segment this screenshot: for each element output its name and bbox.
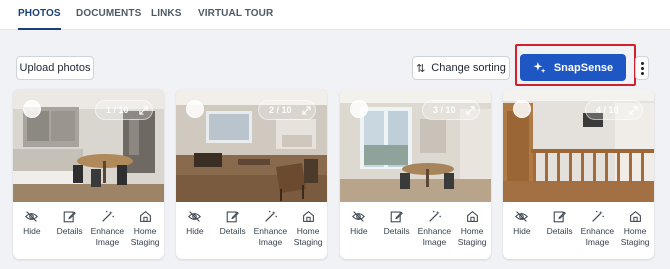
- change-sorting-label: Change sorting: [431, 62, 506, 74]
- upload-photos-label: Upload photos: [19, 62, 91, 74]
- expand-icon[interactable]: [301, 105, 311, 115]
- details-label: Details: [56, 226, 83, 236]
- edit-icon: [390, 211, 404, 223]
- sparkle-icon: [533, 61, 546, 74]
- photo-thumbnail[interactable]: 3 / 10: [340, 89, 491, 202]
- photo-counter-badge: 3 / 10: [422, 100, 480, 120]
- select-photo-checkbox[interactable]: [23, 100, 41, 118]
- photo-counter: 1 / 10: [106, 105, 129, 115]
- home-icon: [466, 210, 478, 222]
- sort-arrows-icon: ⇅: [416, 62, 426, 75]
- hide-label: Hide: [23, 226, 41, 236]
- snapsense-label: SnapSense: [553, 61, 614, 74]
- hide-label: Hide: [350, 226, 368, 236]
- photo-counter: 3 / 10: [433, 105, 456, 115]
- edit-icon: [226, 211, 240, 223]
- hide-button[interactable]: Hide: [503, 202, 541, 259]
- home-staging-label-line1: Home: [460, 226, 484, 236]
- home-staging-button[interactable]: Home Staging: [289, 202, 327, 259]
- enhance-image-button[interactable]: Enhance Image: [252, 202, 290, 259]
- details-button[interactable]: Details: [378, 202, 416, 259]
- tab-bar: PHOTOS DOCUMENTS LINKS VIRTUAL TOUR: [0, 0, 670, 30]
- photo-card: 1 / 10 Hide Details Enhance Image Home S…: [13, 89, 164, 259]
- home-staging-label-line2: Staging: [293, 237, 323, 247]
- home-staging-label-line2: Staging: [457, 237, 487, 247]
- photo-thumbnail[interactable]: 1 / 10: [13, 89, 164, 202]
- home-staging-label-line1: Home: [133, 226, 157, 236]
- enhance-label-line1: Enhance: [253, 226, 288, 236]
- enhance-label-line2: Image: [95, 237, 120, 247]
- more-vertical-icon: [640, 61, 644, 65]
- select-photo-checkbox[interactable]: [513, 100, 531, 118]
- magic-wand-icon: [265, 210, 277, 222]
- enhance-label-line2: Image: [585, 237, 610, 247]
- photo-counter-badge: 2 / 10: [258, 100, 316, 120]
- magic-wand-icon: [102, 210, 114, 222]
- change-sorting-button[interactable]: ⇅ Change sorting: [412, 56, 510, 80]
- details-label: Details: [546, 226, 573, 236]
- eye-off-icon: [25, 211, 39, 222]
- expand-icon[interactable]: [465, 105, 475, 115]
- home-icon: [629, 210, 641, 222]
- enhance-label-line1: Enhance: [580, 226, 615, 236]
- enhance-image-button[interactable]: Enhance Image: [89, 202, 127, 259]
- tab-photos[interactable]: PHOTOS: [18, 0, 61, 30]
- home-icon: [302, 210, 314, 222]
- hide-button[interactable]: Hide: [13, 202, 51, 259]
- home-staging-label-line2: Staging: [130, 237, 160, 247]
- eye-off-icon: [352, 211, 366, 222]
- home-staging-button[interactable]: Home Staging: [126, 202, 164, 259]
- photo-counter-badge: 4 / 10: [585, 100, 643, 120]
- hide-button[interactable]: Hide: [340, 202, 378, 259]
- home-staging-button[interactable]: Home Staging: [453, 202, 491, 259]
- hide-button[interactable]: Hide: [176, 202, 214, 259]
- select-photo-checkbox[interactable]: [350, 100, 368, 118]
- enhance-label-line2: Image: [258, 237, 283, 247]
- details-button[interactable]: Details: [51, 202, 89, 259]
- upload-photos-button[interactable]: Upload photos: [16, 56, 94, 80]
- home-staging-label-line1: Home: [296, 226, 320, 236]
- photo-counter-badge: 1 / 10: [95, 100, 153, 120]
- photo-counter: 4 / 10: [596, 105, 619, 115]
- details-button[interactable]: Details: [214, 202, 252, 259]
- home-staging-label-line2: Staging: [620, 237, 650, 247]
- enhance-image-button[interactable]: Enhance Image: [579, 202, 617, 259]
- tab-documents[interactable]: DOCUMENTS: [76, 0, 141, 30]
- magic-wand-icon: [429, 210, 441, 222]
- details-button[interactable]: Details: [541, 202, 579, 259]
- expand-icon[interactable]: [628, 105, 638, 115]
- magic-wand-icon: [592, 210, 604, 222]
- expand-icon[interactable]: [138, 105, 148, 115]
- photo-counter: 2 / 10: [269, 105, 292, 115]
- edit-icon: [63, 211, 77, 223]
- hide-label: Hide: [513, 226, 531, 236]
- home-staging-button[interactable]: Home Staging: [616, 202, 654, 259]
- enhance-label-line2: Image: [422, 237, 447, 247]
- home-icon: [139, 210, 151, 222]
- photo-thumbnail[interactable]: 2 / 10: [176, 89, 327, 202]
- select-photo-checkbox[interactable]: [186, 100, 204, 118]
- snapsense-button[interactable]: SnapSense: [520, 54, 626, 81]
- edit-icon: [553, 211, 567, 223]
- photo-card: 3 / 10 Hide Details Enhance Image Home S…: [340, 89, 491, 259]
- home-staging-label-line1: Home: [623, 226, 647, 236]
- enhance-label-line1: Enhance: [90, 226, 125, 236]
- details-label: Details: [219, 226, 246, 236]
- enhance-label-line1: Enhance: [417, 226, 452, 236]
- tab-links[interactable]: LINKS: [151, 0, 182, 30]
- photo-card: 2 / 10 Hide Details Enhance Image Home S…: [176, 89, 327, 259]
- enhance-image-button[interactable]: Enhance Image: [416, 202, 454, 259]
- details-label: Details: [383, 226, 410, 236]
- hide-label: Hide: [186, 226, 204, 236]
- photo-card: 4 / 10 Hide Details Enhance Image Home S…: [503, 89, 654, 259]
- tab-virtual-tour[interactable]: VIRTUAL TOUR: [198, 0, 273, 30]
- photo-thumbnail[interactable]: 4 / 10: [503, 89, 654, 202]
- eye-off-icon: [515, 211, 529, 222]
- more-options-button[interactable]: [635, 56, 649, 80]
- eye-off-icon: [188, 211, 202, 222]
